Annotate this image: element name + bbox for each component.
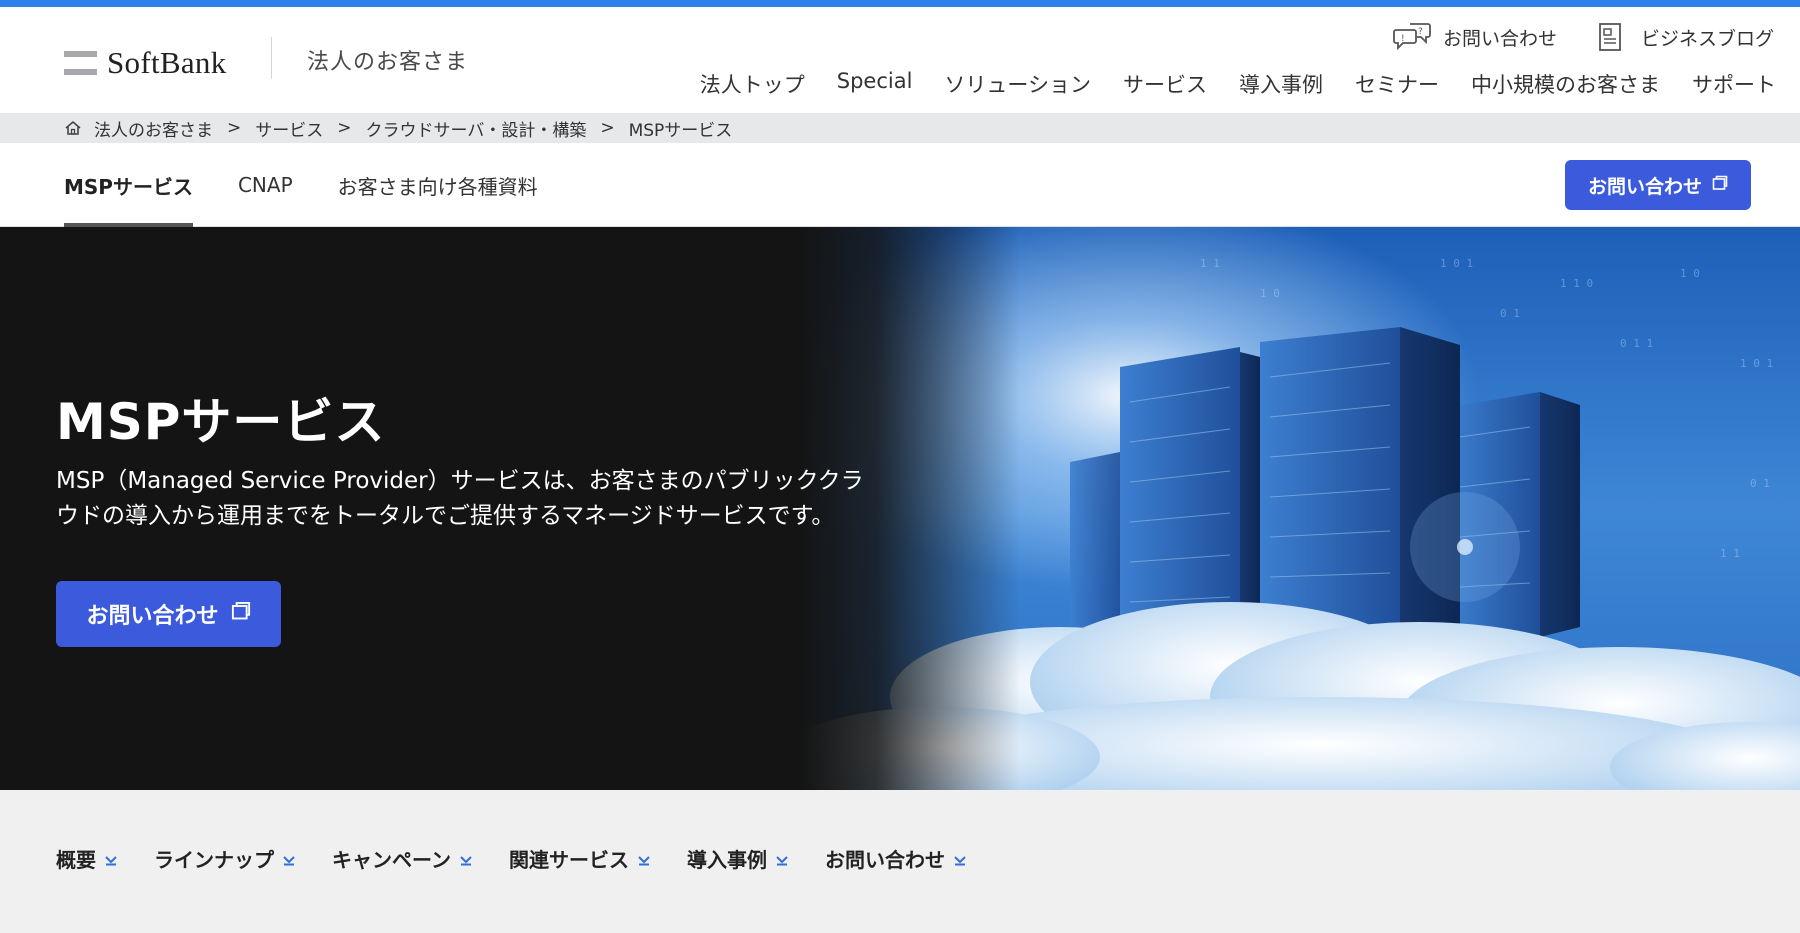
chat-bubbles-icon: ! ? bbox=[1393, 21, 1433, 53]
util-link-contact[interactable]: ! ? お問い合わせ bbox=[1393, 21, 1557, 53]
nav-item-smb[interactable]: 中小規模のお客さま bbox=[1471, 69, 1660, 99]
anchor-list: 概要 ラインナップ キャンペーン 関連サービス 導入事例 お問い合わせ bbox=[56, 844, 967, 873]
anchor-campaign[interactable]: キャンペーン bbox=[332, 844, 473, 873]
anchor-related-services[interactable]: 関連サービス bbox=[509, 844, 651, 873]
anchor-lineup[interactable]: ラインナップ bbox=[154, 844, 296, 873]
logo-bars-icon bbox=[64, 51, 97, 75]
breadcrumb-separator: > bbox=[600, 118, 615, 138]
hero-section: 1 0 10 11 1 0 0 1 11 01 0 1 0 0 10 11 1 … bbox=[0, 227, 1800, 790]
util-link-blog[interactable]: ビジネスブログ bbox=[1591, 21, 1774, 53]
anchor-label: 導入事例 bbox=[687, 848, 767, 872]
breadcrumb-separator: > bbox=[337, 118, 352, 138]
hero-contact-label: お問い合わせ bbox=[86, 604, 219, 629]
anchor-label: ラインナップ bbox=[154, 848, 274, 872]
anchor-label: 関連サービス bbox=[509, 848, 629, 872]
nav-item-support[interactable]: サポート bbox=[1692, 69, 1776, 99]
logo-subtitle[interactable]: 法人のお客さま bbox=[307, 44, 468, 76]
tab-msp-service[interactable]: MSPサービス bbox=[64, 143, 193, 227]
chevron-down-icon bbox=[459, 852, 473, 866]
anchor-overview[interactable]: 概要 bbox=[56, 844, 118, 873]
anchor-nav: 概要 ラインナップ キャンペーン 関連サービス 導入事例 お問い合わせ bbox=[0, 790, 1800, 933]
page-title: MSPサービス bbox=[56, 393, 386, 451]
svg-text:?: ? bbox=[1418, 27, 1423, 37]
tab-documents[interactable]: お客さま向け各種資料 bbox=[338, 143, 538, 227]
anchor-label: お問い合わせ bbox=[825, 848, 945, 872]
tab-cnap[interactable]: CNAP bbox=[238, 143, 293, 227]
logo-divider bbox=[271, 37, 272, 79]
breadcrumb-item-current: MSPサービス bbox=[628, 120, 733, 141]
hero-description: MSP（Managed Service Provider）サービスは、お客さまの… bbox=[56, 468, 864, 529]
nav-item-seminars[interactable]: セミナー bbox=[1355, 69, 1439, 99]
anchor-label: 概要 bbox=[56, 848, 96, 872]
anchor-contact[interactable]: お問い合わせ bbox=[825, 844, 967, 873]
top-accent-strip bbox=[0, 0, 1800, 7]
nav-item-case-studies[interactable]: 導入事例 bbox=[1239, 69, 1323, 99]
chevron-down-icon bbox=[104, 852, 118, 866]
nav-item-services[interactable]: サービス bbox=[1123, 69, 1207, 99]
document-icon bbox=[1591, 21, 1631, 53]
nav-item-solutions[interactable]: ソリューション bbox=[944, 69, 1091, 99]
anchor-label: キャンペーン bbox=[332, 848, 451, 872]
service-subnav: MSPサービス CNAP お客さま向け各種資料 お問い合わせ bbox=[0, 143, 1800, 227]
svg-text:!: ! bbox=[1401, 34, 1405, 44]
breadcrumb-separator: > bbox=[227, 118, 242, 138]
breadcrumb-item-cloud-server[interactable]: クラウドサーバ・設計・構築 bbox=[366, 116, 587, 141]
logo-text: SoftBank bbox=[107, 45, 227, 80]
chevron-down-icon bbox=[953, 852, 967, 866]
site-header: SoftBank 法人のお客さま ! ? お問い合わせ ビジネスブログ 法人トッ… bbox=[0, 7, 1800, 113]
home-icon[interactable] bbox=[64, 119, 82, 137]
subnav-contact-button[interactable]: お問い合わせ bbox=[1565, 160, 1751, 210]
breadcrumb-item-corporate[interactable]: 法人のお客さま bbox=[94, 116, 213, 141]
external-window-icon bbox=[1712, 174, 1728, 196]
hero-contact-button[interactable]: お問い合わせ bbox=[56, 581, 281, 647]
subnav-tabs: MSPサービス CNAP お客さま向け各種資料 bbox=[64, 143, 538, 227]
util-link-blog-label: ビジネスブログ bbox=[1640, 27, 1774, 50]
utility-links: ! ? お問い合わせ ビジネスブログ bbox=[1393, 21, 1774, 53]
external-window-icon bbox=[231, 601, 251, 627]
anchor-case-studies[interactable]: 導入事例 bbox=[687, 844, 789, 873]
softbank-logo[interactable]: SoftBank bbox=[64, 43, 227, 83]
chevron-down-icon bbox=[282, 852, 296, 866]
nav-item-special[interactable]: Special bbox=[837, 69, 913, 99]
chevron-down-icon bbox=[775, 852, 789, 866]
nav-item-corporate-top[interactable]: 法人トップ bbox=[700, 69, 805, 99]
subnav-contact-label: お問い合わせ bbox=[1587, 175, 1702, 198]
main-nav: 法人トップ Special ソリューション サービス 導入事例 セミナー 中小規… bbox=[700, 69, 1776, 99]
chevron-down-icon bbox=[637, 852, 651, 866]
breadcrumb-item-services[interactable]: サービス bbox=[255, 116, 323, 141]
util-link-contact-label: お問い合わせ bbox=[1442, 27, 1557, 50]
breadcrumb: 法人のお客さま > サービス > クラウドサーバ・設計・構築 > MSPサービス bbox=[0, 113, 1800, 143]
